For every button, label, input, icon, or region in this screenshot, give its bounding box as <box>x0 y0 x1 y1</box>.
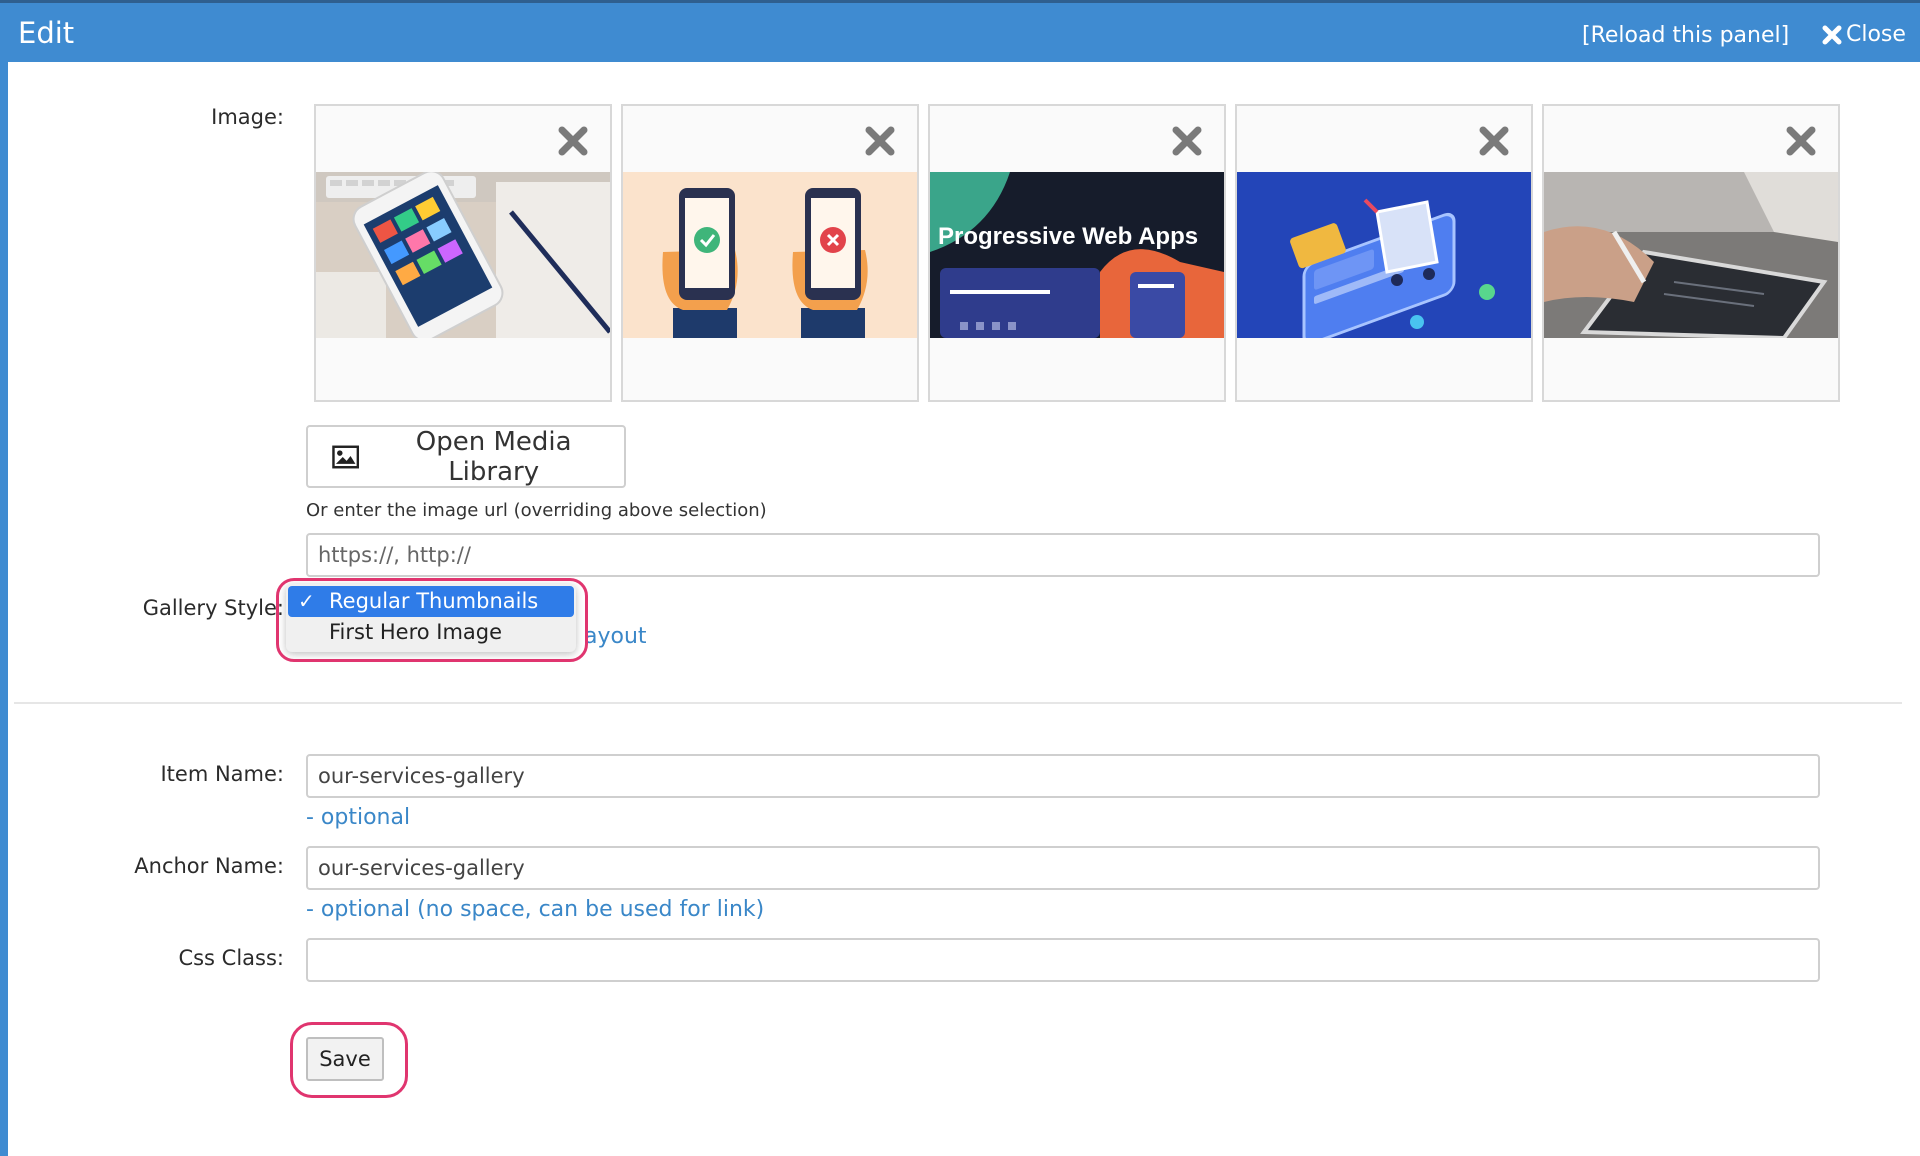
close-icon <box>1822 25 1842 44</box>
image-url-placeholder: https://, http:// <box>318 543 471 567</box>
dropdown-highlight-ring <box>276 578 588 662</box>
thumbnail-3[interactable]: Progressive Web Apps <box>928 104 1226 402</box>
thumbnail-image-tablet-stylus <box>1544 172 1838 338</box>
close-button[interactable]: Close <box>1822 22 1906 47</box>
remove-image-icon[interactable] <box>1170 124 1204 158</box>
open-media-library-label: Open Media Library <box>415 426 572 487</box>
item-name-helper: - optional <box>306 805 411 830</box>
thumbnail-1[interactable] <box>314 104 612 402</box>
thumbnail-5[interactable] <box>1542 104 1840 402</box>
thumbnail-image-shopping-cart-phone <box>1237 172 1531 338</box>
close-label: Close <box>1846 22 1906 47</box>
item-name-input[interactable]: our-services-gallery <box>306 754 1820 798</box>
save-highlight-ring <box>290 1022 408 1098</box>
image-url-input[interactable]: https://, http:// <box>306 533 1820 577</box>
anchor-name-helper: - optional (no space, can be used for li… <box>306 897 765 922</box>
thumbnail-image-phone-desk <box>316 172 610 338</box>
remove-image-icon[interactable] <box>556 124 590 158</box>
panel-titlebar: Edit [Reload this panel] Close <box>0 0 1920 62</box>
remove-image-icon[interactable] <box>1784 124 1818 158</box>
panel-left-border <box>0 62 8 1156</box>
section-divider <box>14 702 1902 704</box>
thumbnail-image-phones-check-cross <box>623 172 917 338</box>
item-name-value: our-services-gallery <box>318 764 525 788</box>
image-label: Image: <box>211 105 284 129</box>
remove-image-icon[interactable] <box>1477 124 1511 158</box>
reload-panel-link[interactable]: [Reload this panel] <box>1582 23 1789 48</box>
css-class-label: Css Class: <box>178 946 284 970</box>
css-class-input[interactable] <box>306 938 1820 982</box>
open-media-library-button[interactable]: Open Media Library <box>306 425 626 488</box>
panel-title: Edit <box>18 16 75 50</box>
thumbnail-2[interactable] <box>621 104 919 402</box>
anchor-name-input[interactable]: our-services-gallery <box>306 846 1820 890</box>
image-url-hint: Or enter the image url (overriding above… <box>306 500 767 521</box>
anchor-name-label: Anchor Name: <box>134 854 284 878</box>
thumbnail-overlay-text: Progressive Web Apps <box>938 223 1198 250</box>
gallery-style-label: Gallery Style: <box>142 596 284 620</box>
layout-link[interactable]: ayout <box>584 624 647 649</box>
thumbnail-4[interactable] <box>1235 104 1533 402</box>
item-name-label: Item Name: <box>160 762 284 786</box>
anchor-name-value: our-services-gallery <box>318 856 525 880</box>
remove-image-icon[interactable] <box>863 124 897 158</box>
image-icon <box>332 445 360 468</box>
thumbnail-image-progressive-web-apps: Progressive Web Apps <box>930 172 1224 338</box>
